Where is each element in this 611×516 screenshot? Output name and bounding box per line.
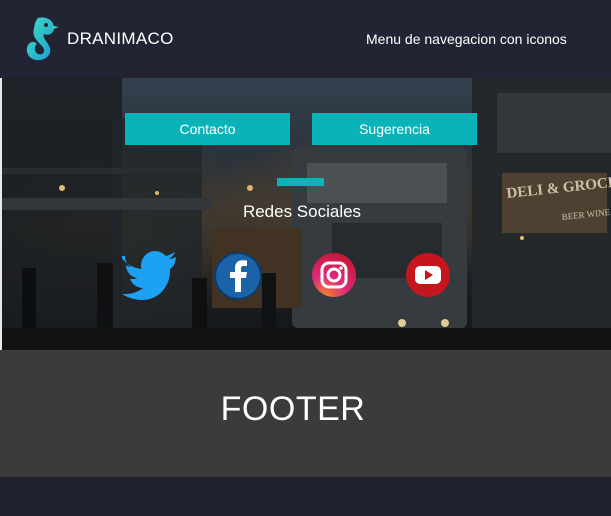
bottom-strip <box>0 477 611 516</box>
seahorse-logo-icon[interactable] <box>24 14 60 62</box>
suggestion-button[interactable]: Sugerencia <box>312 113 477 145</box>
youtube-icon[interactable] <box>405 252 451 298</box>
footer-label: FOOTER <box>220 390 366 428</box>
section-accent-bar <box>277 178 324 186</box>
facebook-icon[interactable] <box>214 252 262 300</box>
instagram-icon[interactable] <box>311 252 357 298</box>
contact-button[interactable]: Contacto <box>125 113 290 145</box>
footer: FOOTER <box>0 350 611 477</box>
hero-banner: DELI & GROCERY BEER WINE Contacto Sugere… <box>2 78 611 350</box>
top-navbar: DRANIMACO Menu de navegacion con iconos <box>0 0 611 78</box>
brand-name[interactable]: DRANIMACO <box>67 29 174 49</box>
social-section-title: Redes Sociales <box>242 202 362 221</box>
twitter-icon[interactable] <box>122 250 178 300</box>
nav-menu-title[interactable]: Menu de navegacion con iconos <box>366 31 567 47</box>
